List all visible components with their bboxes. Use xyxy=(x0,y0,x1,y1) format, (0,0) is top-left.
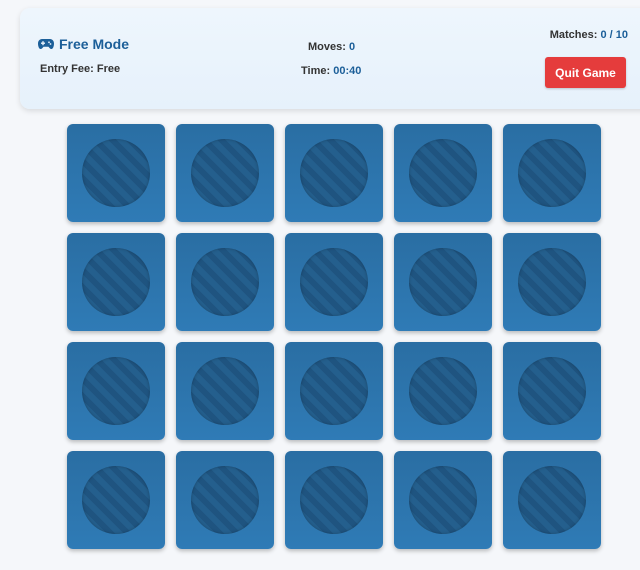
card-board xyxy=(67,124,601,549)
card-back-pattern xyxy=(518,139,586,207)
card-back-pattern xyxy=(518,248,586,316)
timer: Time: 00:40 xyxy=(301,65,361,77)
entry-fee-value: Free xyxy=(96,63,121,75)
memory-card[interactable] xyxy=(285,451,383,549)
memory-card[interactable] xyxy=(285,124,383,222)
card-back-pattern xyxy=(82,248,150,316)
memory-card[interactable] xyxy=(503,124,601,222)
matches-label: Matches: xyxy=(549,29,598,41)
memory-card[interactable] xyxy=(285,233,383,331)
memory-card[interactable] xyxy=(176,451,274,549)
card-back-pattern xyxy=(82,357,150,425)
quit-game-button[interactable]: Quit Game xyxy=(545,57,626,88)
card-back-pattern xyxy=(300,357,368,425)
memory-card[interactable] xyxy=(67,342,165,440)
matches-counter: Matches: 0 / 10 xyxy=(550,29,628,41)
moves-value: 0 xyxy=(348,41,356,53)
memory-card[interactable] xyxy=(394,233,492,331)
entry-fee: Entry Fee: Free xyxy=(40,63,120,75)
time-value: 00:40 xyxy=(333,65,362,77)
memory-card[interactable] xyxy=(67,124,165,222)
card-back-pattern xyxy=(82,139,150,207)
matches-value: 0 / 10 xyxy=(600,29,628,41)
card-back-pattern xyxy=(518,357,586,425)
entry-fee-label: Entry Fee: xyxy=(40,63,94,75)
memory-card[interactable] xyxy=(285,342,383,440)
game-header: Free Mode Entry Fee: Free Moves: 0 Time:… xyxy=(20,8,640,109)
card-back-pattern xyxy=(409,357,477,425)
time-label: Time: xyxy=(301,65,331,77)
card-back-pattern xyxy=(409,139,477,207)
card-back-pattern xyxy=(300,248,368,316)
card-back-pattern xyxy=(191,357,259,425)
memory-card[interactable] xyxy=(176,342,274,440)
memory-card[interactable] xyxy=(394,124,492,222)
memory-card[interactable] xyxy=(503,451,601,549)
mode-label: Free Mode xyxy=(59,36,130,52)
mode-title: Free Mode xyxy=(38,36,129,52)
card-back-pattern xyxy=(191,466,259,534)
card-back-pattern xyxy=(82,466,150,534)
gamepad-icon xyxy=(38,39,54,49)
memory-card[interactable] xyxy=(394,451,492,549)
memory-card[interactable] xyxy=(67,451,165,549)
card-back-pattern xyxy=(300,139,368,207)
card-back-pattern xyxy=(191,248,259,316)
card-back-pattern xyxy=(518,466,586,534)
memory-card[interactable] xyxy=(503,233,601,331)
card-back-pattern xyxy=(409,248,477,316)
memory-card[interactable] xyxy=(176,233,274,331)
card-back-pattern xyxy=(409,466,477,534)
memory-card[interactable] xyxy=(503,342,601,440)
memory-card[interactable] xyxy=(394,342,492,440)
moves-counter: Moves: 0 xyxy=(308,41,355,53)
moves-label: Moves: xyxy=(308,41,346,53)
card-back-pattern xyxy=(191,139,259,207)
card-back-pattern xyxy=(300,466,368,534)
memory-card[interactable] xyxy=(176,124,274,222)
memory-card[interactable] xyxy=(67,233,165,331)
